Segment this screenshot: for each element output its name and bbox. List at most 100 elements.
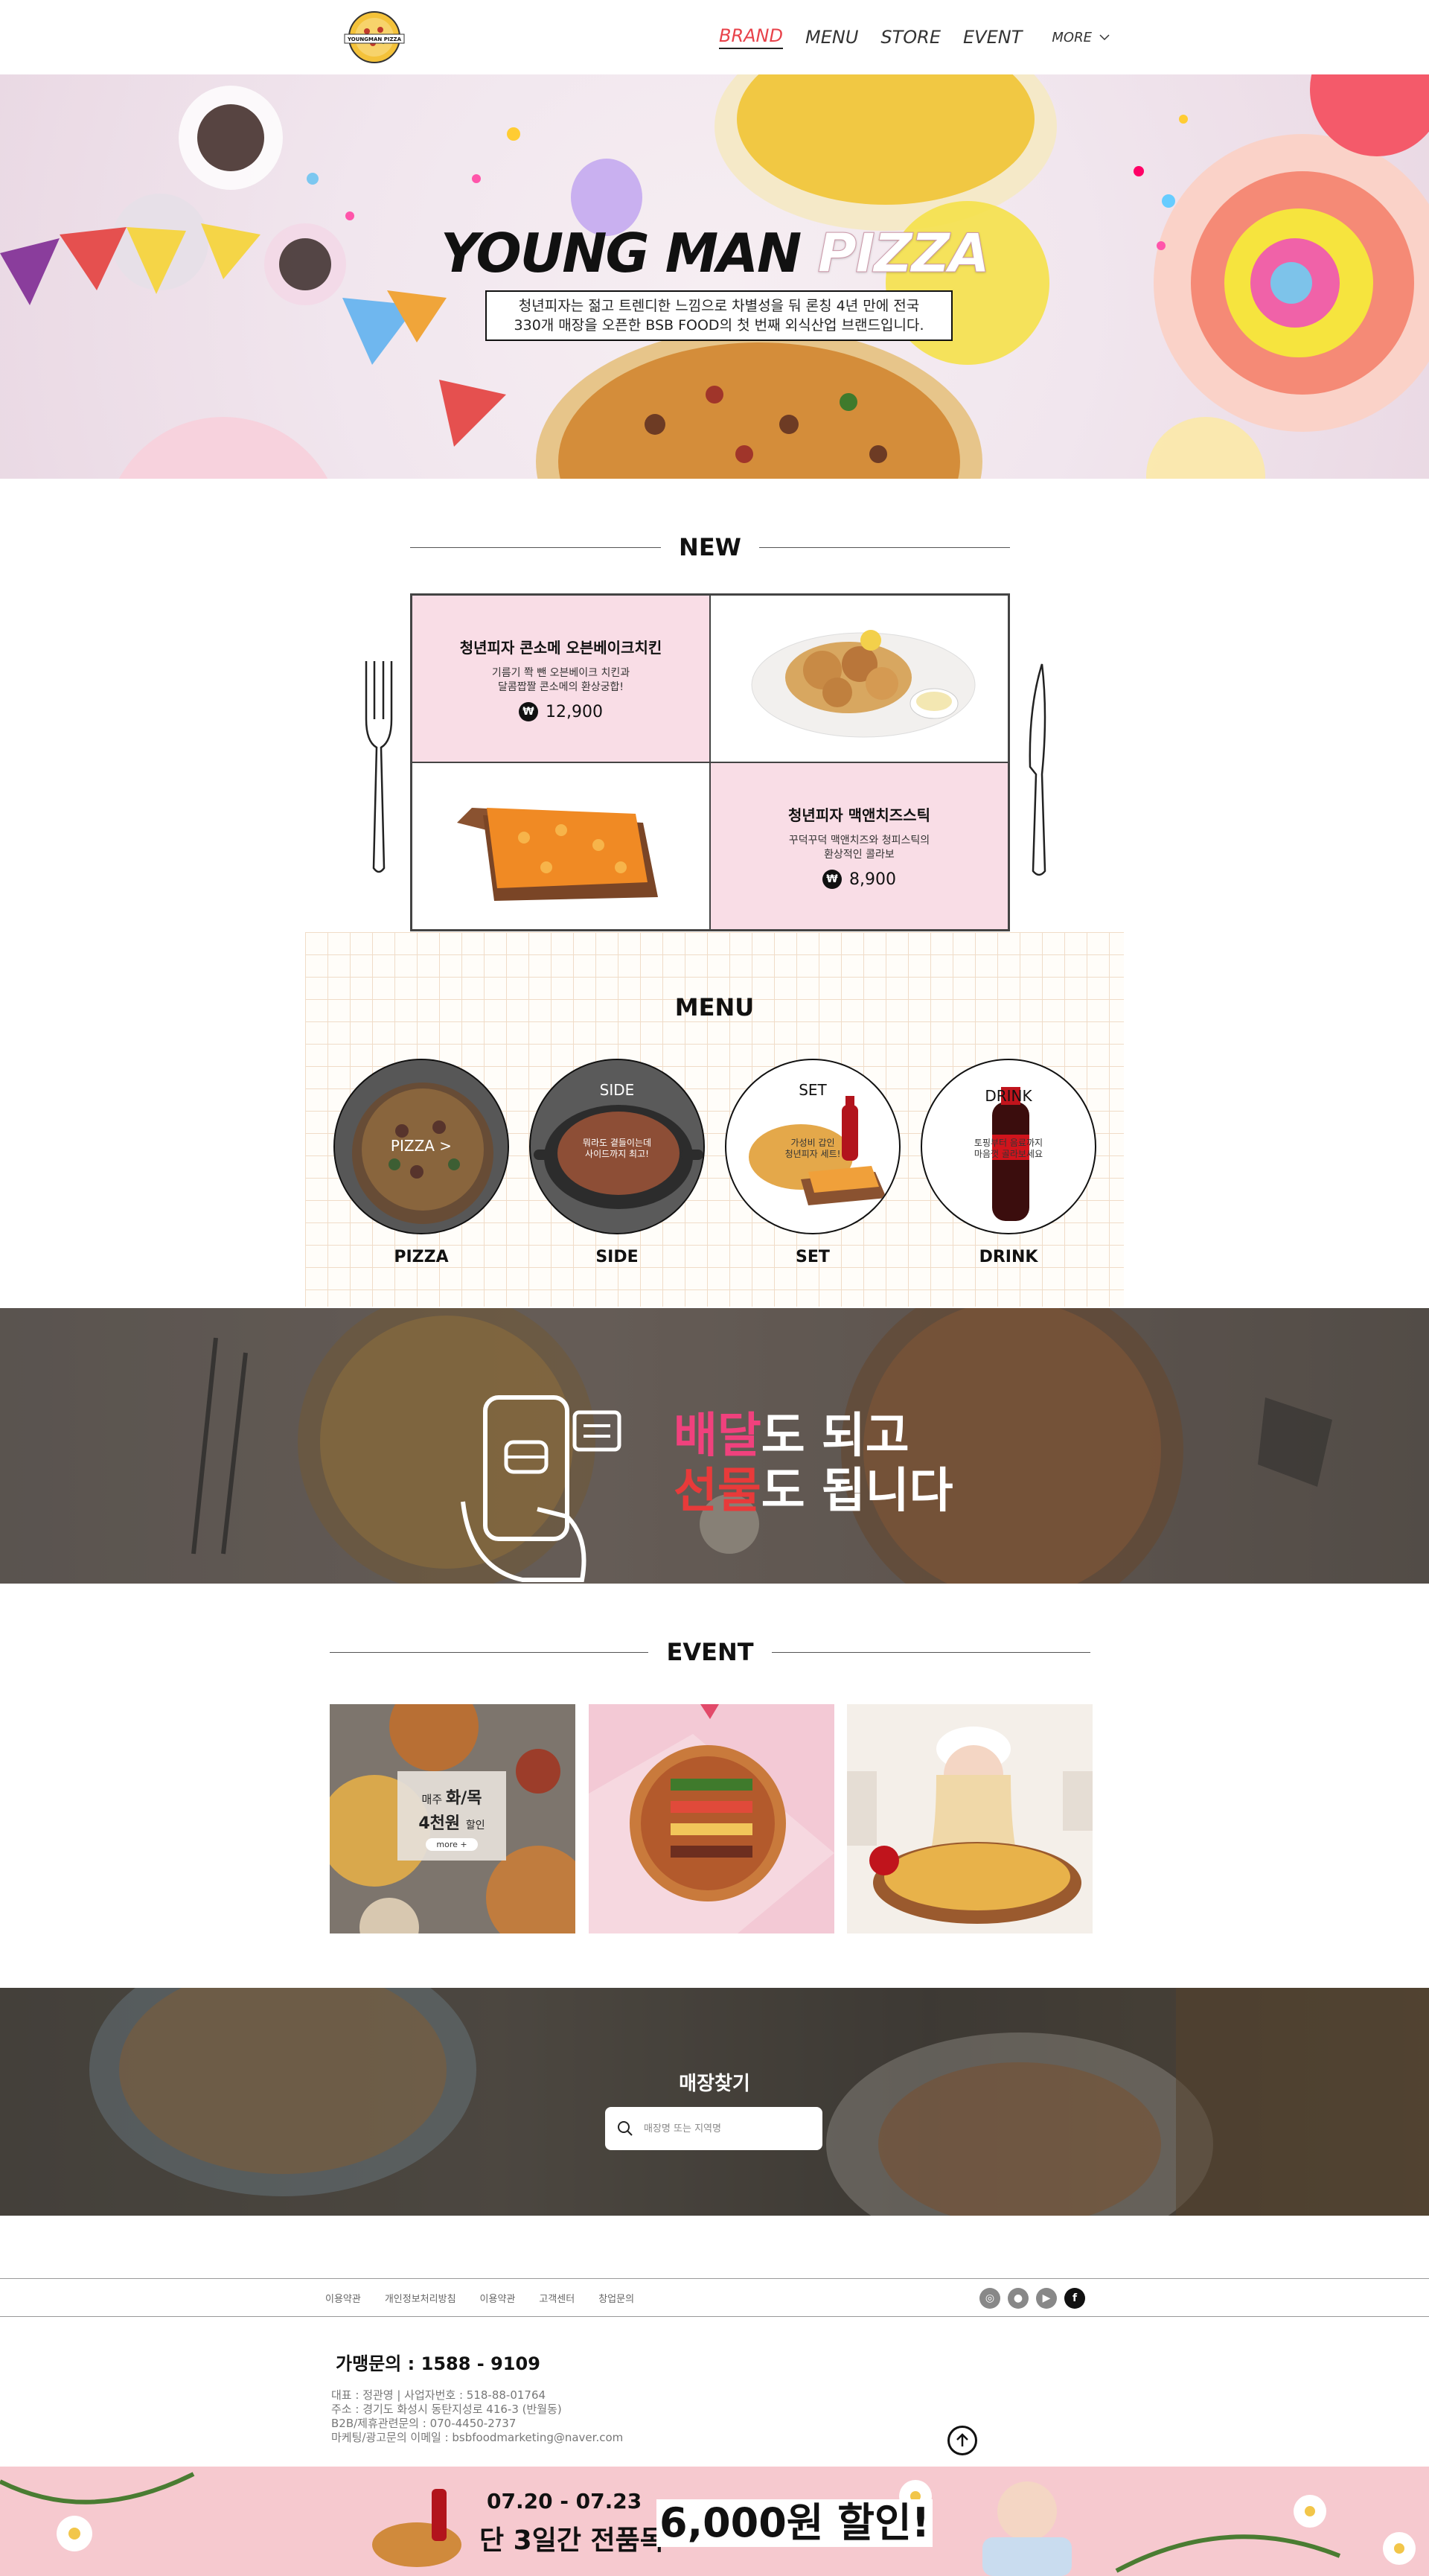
- menu-sub-set: 가성비 갑인 청년피자 세트!: [784, 1138, 841, 1159]
- won-icon: ₩: [822, 870, 842, 889]
- search-icon[interactable]: [617, 2120, 633, 2137]
- menu-item-set[interactable]: SET 가성비 갑인 청년피자 세트! SET: [725, 1059, 901, 1266]
- nav-menu[interactable]: MENU: [805, 27, 858, 48]
- business-info-line: 마케팅/광고문의 이메일 : bsbfoodmarketing@naver.co…: [331, 2431, 624, 2444]
- new-section-title: NEW: [410, 533, 1010, 561]
- menu-item-drink[interactable]: DRINK 토핑부터 음료까지 마음껏 골라보세요 DRINK: [921, 1059, 1096, 1266]
- title-divider-left: [410, 546, 662, 548]
- menu-label-pizza: PIZZA: [394, 1248, 449, 1266]
- new-product-card[interactable]: 청년피자 콘소메 오븐베이크치킨 기름기 쫙 뺀 오븐베이크 치킨과 달콤짭짤 …: [412, 595, 710, 762]
- hero-banner: YOUNG MAN PIZZA 청년피자는 젊고 트렌디한 느낌으로 차별성을 …: [0, 74, 1429, 479]
- delivery-text: 도 되고: [761, 1409, 909, 1464]
- chicken-photo: [751, 630, 976, 738]
- menu-item-side[interactable]: SIDE 뭐라도 곁들이는데 사이드까지 최고! SIDE: [529, 1059, 705, 1266]
- store-search-box[interactable]: [605, 2107, 822, 2150]
- menu-sub-side: 뭐라도 곁들이는데 사이드까지 최고!: [582, 1138, 652, 1159]
- title-divider-right: [758, 546, 1010, 548]
- knife-icon: [1029, 663, 1046, 876]
- svg-text:YOUNGMAN PIZZA: YOUNGMAN PIZZA: [347, 36, 402, 42]
- menu-circle-drink[interactable]: DRINK 토핑부터 음료까지 마음껏 골라보세요: [921, 1059, 1096, 1234]
- title-divider-left: [330, 1651, 649, 1653]
- product-description: 꾸덕꾸덕 맥앤치즈와 청피스틱의 환상적인 콜라보: [789, 834, 930, 862]
- youtube-icon[interactable]: ▶: [1036, 2288, 1057, 2309]
- event-card[interactable]: [589, 1704, 834, 1933]
- event-days: 화/목: [445, 1789, 482, 1808]
- gift-highlight: 선물: [674, 1464, 761, 1519]
- social-links: ◎ ● ▶ f: [979, 2288, 1085, 2309]
- business-info: 대표 : 정관영 | 사업자번호 : 518-88-01764 주소 : 경기도…: [331, 2388, 623, 2445]
- arrow-up-icon: [956, 2433, 968, 2446]
- hero-desc-line1: 청년피자는 젊고 트렌디한 느낌으로 차별성을 둬 론칭 4년 만에 전국: [518, 298, 920, 314]
- title-divider-right: [771, 1651, 1090, 1653]
- event-day-line: 매주 화/목: [397, 1785, 506, 1808]
- menu-circle-pizza[interactable]: PIZZA >: [333, 1059, 509, 1234]
- menu-label-set: SET: [796, 1248, 830, 1266]
- phone-hand-icon: [461, 1395, 621, 1582]
- store-search-input[interactable]: [644, 2123, 808, 2135]
- event-prefix: 매주: [421, 1793, 443, 1806]
- menu-caption-pizza: PIZZA >: [390, 1137, 453, 1155]
- delivery-banner: 배달도 되고 선물도 됩니다: [0, 1308, 1429, 1584]
- event-more-button[interactable]: more +: [426, 1838, 478, 1851]
- event-section-title: EVENT: [330, 1638, 1090, 1666]
- product-desc-line: 기름기 쫙 뺀 오븐베이크 치킨과: [491, 667, 630, 679]
- event-title: EVENT: [666, 1638, 754, 1666]
- franchise-contact: 가맹문의 : 1588 - 9109: [336, 2353, 540, 2374]
- hero-title-dark: YOUNG MAN: [440, 222, 802, 284]
- menu-label-side: SIDE: [595, 1248, 639, 1266]
- event-amount: 4천원: [418, 1814, 461, 1833]
- event-card[interactable]: [847, 1704, 1093, 1933]
- product-desc-line: 꾸덕꾸덕 맥앤치즈와 청피스틱의: [788, 835, 930, 847]
- footer-link-support[interactable]: 고객센터: [539, 2291, 575, 2305]
- menu-caption-side: SIDE: [599, 1081, 635, 1099]
- footer-link-terms-2[interactable]: 이용약관: [480, 2291, 516, 2305]
- footer-link-terms[interactable]: 이용약관: [325, 2291, 361, 2305]
- product-desc-line: 달콤짭짤 콘소메의 환상궁합!: [497, 681, 624, 693]
- menu-circle-set[interactable]: SET 가성비 갑인 청년피자 세트!: [725, 1059, 901, 1234]
- menu-circle-side[interactable]: SIDE 뭐라도 곁들이는데 사이드까지 최고!: [529, 1059, 705, 1234]
- nav-brand[interactable]: BRAND: [719, 25, 783, 49]
- scroll-to-top-button[interactable]: [947, 2426, 977, 2455]
- hero-title: YOUNG MAN PIZZA: [0, 222, 1429, 285]
- footer-links-bar: 이용약관 개인정보처리방침 이용약관 고객센터 창업문의 ◎ ● ▶ f: [0, 2278, 1429, 2317]
- footer-link-privacy[interactable]: 개인정보처리방침: [385, 2291, 456, 2305]
- footer-link-franchise[interactable]: 창업문의: [598, 2291, 634, 2305]
- store-finder-section: 매장찾기: [0, 1988, 1429, 2216]
- gift-text: 도 됩니다: [761, 1464, 953, 1519]
- hero-description: 청년피자는 젊고 트렌디한 느낌으로 차별성을 둬 론칭 4년 만에 전국 33…: [485, 290, 953, 341]
- store-finder-title: 매장찾기: [679, 2073, 750, 2095]
- product-price: ₩ 8,900: [822, 870, 896, 889]
- instagram-icon[interactable]: ◎: [979, 2288, 1000, 2309]
- business-info-line: 대표 : 정관영 | 사업자번호 : 518-88-01764: [331, 2388, 546, 2402]
- event-photo-pizza-pink: [589, 1704, 834, 1933]
- delivery-message: 배달도 되고 선물도 됩니다: [674, 1409, 953, 1519]
- new-title: NEW: [679, 533, 741, 561]
- menu-title: MENU: [674, 993, 755, 1021]
- menu-section: MENU PIZZA > PIZZA SIDE 뭐라도 곁들이는데 사이드까지 …: [305, 932, 1124, 1307]
- kakao-talk-icon[interactable]: ●: [1008, 2288, 1029, 2309]
- main-nav: BRAND MENU STORE EVENT MORE: [719, 25, 1110, 49]
- product-description: 기름기 쫙 뺀 오븐베이크 치킨과 달콤짭짤 콘소메의 환상궁합!: [492, 666, 630, 695]
- product-name: 청년피자 맥앤치즈스틱: [788, 806, 930, 824]
- chevron-down-icon: [1099, 34, 1110, 41]
- nav-more-label: MORE: [1052, 29, 1092, 45]
- menu-item-pizza[interactable]: PIZZA > PIZZA: [333, 1059, 509, 1266]
- facebook-icon[interactable]: f: [1064, 2288, 1085, 2309]
- product-image-mac-cheese: [412, 762, 710, 930]
- product-price: ₩ 12,900: [519, 702, 603, 721]
- price-value: 12,900: [546, 702, 603, 721]
- hero-title-light: PIZZA: [817, 222, 991, 285]
- nav-event[interactable]: EVENT: [963, 27, 1022, 48]
- product-name: 청년피자 콘소메 오븐베이크치킨: [459, 639, 662, 657]
- promo-banner[interactable]: 07.20 - 07.23 단 3일간 전품목 6,000원 할인!: [0, 2467, 1429, 2576]
- delivery-line2: 선물도 됩니다: [674, 1464, 953, 1519]
- delivery-line1: 배달도 되고: [674, 1409, 953, 1464]
- delivery-highlight: 배달: [674, 1409, 761, 1464]
- brand-logo[interactable]: YOUNGMAN PIZZA: [339, 9, 410, 66]
- promo-discount: 6,000원 할인!: [656, 2499, 933, 2547]
- event-photo-model: [847, 1704, 1093, 1933]
- nav-more[interactable]: MORE: [1052, 30, 1110, 45]
- event-card[interactable]: 매주 화/목 4천원 할인 more +: [330, 1704, 575, 1933]
- new-product-card[interactable]: 청년피자 맥앤치즈스틱 꾸덕꾸덕 맥앤치즈와 청피스틱의 환상적인 콜라보 ₩ …: [710, 762, 1008, 930]
- nav-store[interactable]: STORE: [880, 27, 941, 48]
